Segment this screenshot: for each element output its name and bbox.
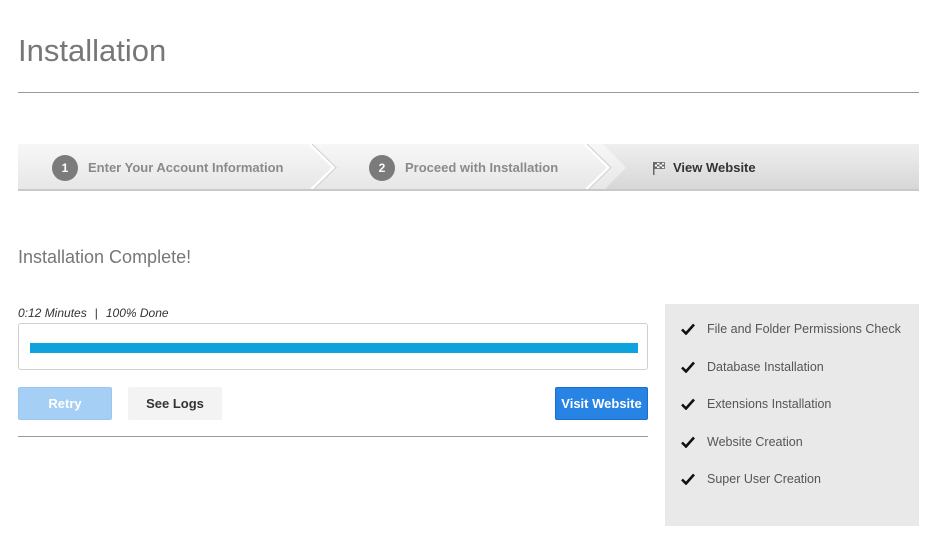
page-title: Installation [18, 33, 167, 68]
checklist-item: Website Creation [681, 435, 803, 449]
checkmark-icon [681, 360, 695, 374]
progress-track [30, 343, 638, 353]
checklist-item-label: Website Creation [707, 435, 803, 449]
step-number-badge: 2 [369, 154, 395, 181]
checkmark-icon [681, 435, 695, 449]
wizard-step-installation[interactable]: 2 Proceed with Installation [369, 144, 559, 189]
checkmark-icon [681, 322, 695, 336]
status-separator: | [94, 306, 98, 320]
checklist-item: Super User Creation [681, 472, 821, 486]
progress-container [18, 323, 648, 370]
retry-button[interactable]: Retry [18, 387, 112, 420]
visit-website-button[interactable]: Visit Website [555, 387, 648, 420]
checklist-item-label: File and Folder Permissions Check [707, 322, 901, 336]
checklist-item: File and Folder Permissions Check [681, 322, 901, 336]
checklist-item-label: Database Installation [707, 360, 824, 374]
title-divider [18, 92, 919, 93]
step-label: View Website [673, 160, 756, 175]
progress-percent-text: 100% Done [105, 306, 169, 320]
checklist-item-label: Extensions Installation [707, 397, 832, 411]
checkered-flag-icon [652, 161, 666, 175]
elapsed-time: 0:12 Minutes [18, 306, 87, 320]
completion-heading: Installation Complete! [18, 247, 192, 267]
checkmark-icon [681, 397, 695, 411]
content-divider [18, 436, 648, 437]
wizard-step-view-website[interactable]: View Website [652, 144, 756, 189]
installation-checklist: File and Folder Permissions Check Databa… [665, 304, 919, 526]
checklist-item: Database Installation [681, 360, 824, 374]
step-number-badge: 1 [52, 154, 78, 181]
wizard-step-account[interactable]: 1 Enter Your Account Information [52, 144, 284, 189]
progress-bar-fill [30, 343, 638, 353]
step-label: Enter Your Account Information [88, 160, 284, 175]
checklist-item-label: Super User Creation [707, 472, 821, 486]
see-logs-button[interactable]: See Logs [128, 387, 222, 420]
progress-status: 0:12 Minutes | 100% Done [18, 306, 169, 320]
checklist-item: Extensions Installation [681, 397, 831, 411]
step-label: Proceed with Installation [405, 160, 559, 175]
wizard-steps: 1 Enter Your Account Information 2 Proce… [18, 144, 919, 191]
checkmark-icon [681, 472, 695, 486]
